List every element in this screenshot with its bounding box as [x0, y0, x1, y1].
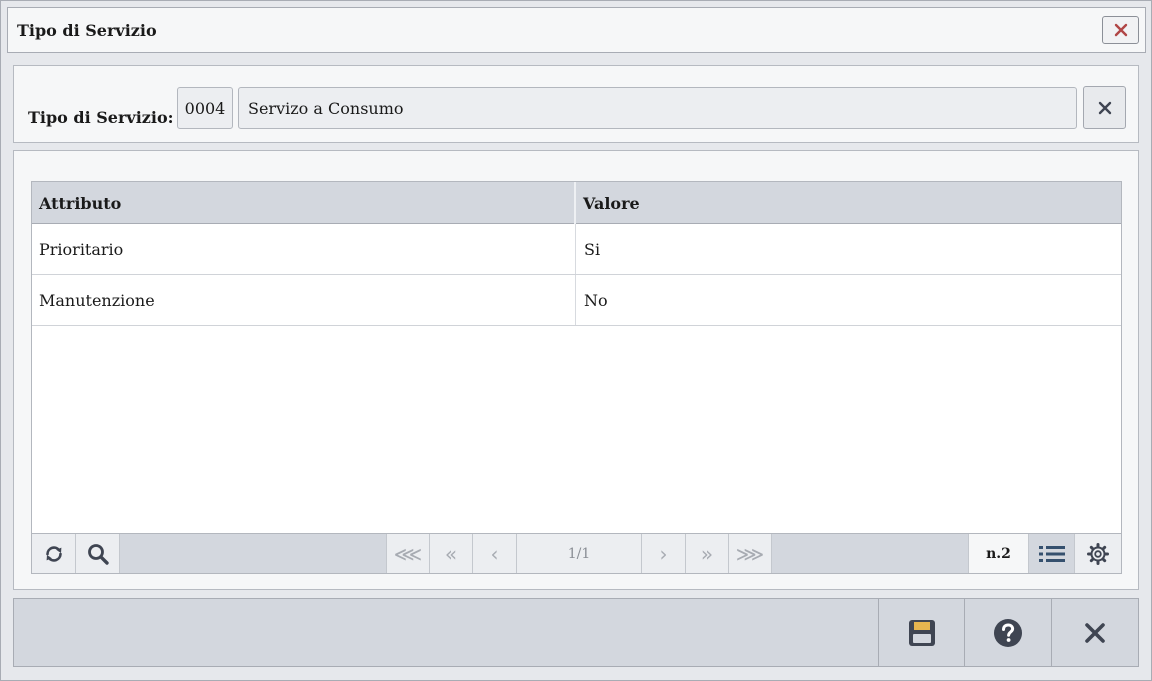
service-type-panel: Tipo di Servizio: 0004 Servizo a Consumo — [13, 65, 1139, 143]
grid-header: Attributo Valore — [32, 182, 1121, 224]
service-type-label: Tipo di Servizio: — [28, 108, 174, 127]
prev-fast-button[interactable]: « — [430, 534, 473, 573]
help-button[interactable] — [964, 599, 1051, 666]
close-icon — [1085, 622, 1105, 643]
list-view-button[interactable] — [1029, 534, 1075, 573]
cell-valore: No — [584, 290, 608, 310]
refresh-icon — [45, 545, 62, 562]
window-title: Tipo di Servizio — [17, 21, 157, 40]
service-code-field[interactable]: 0004 — [177, 87, 233, 129]
next-fast-button[interactable]: » — [686, 534, 729, 573]
next-page-button[interactable]: › — [642, 534, 686, 573]
search-button[interactable] — [76, 534, 120, 573]
prev-page-button[interactable]: ‹ — [473, 534, 517, 573]
list-icon — [1038, 545, 1065, 562]
search-icon — [87, 543, 109, 565]
cell-attributo: Prioritario — [32, 224, 576, 274]
window-close-button[interactable] — [1102, 16, 1139, 44]
help-icon — [994, 618, 1022, 647]
cancel-button[interactable] — [1051, 599, 1138, 666]
gear-icon — [1086, 542, 1109, 565]
column-header-attributo[interactable]: Attributo — [32, 182, 576, 224]
pager-toolbar: ⋘ « ‹ 1/1 › » ⋙ n.2 — [32, 533, 1121, 573]
pager-spacer-right — [772, 534, 969, 573]
last-page-button[interactable]: ⋙ — [729, 534, 772, 573]
cell-attributo: Manutenzione — [32, 275, 576, 325]
service-description-field[interactable]: Servizo a Consumo — [238, 87, 1077, 129]
pager-spacer-left — [120, 534, 387, 573]
table-row[interactable]: Manutenzione No — [32, 275, 1121, 326]
save-button[interactable] — [878, 599, 964, 666]
attributes-panel: Attributo Valore Prioritario Si Manutenz… — [13, 150, 1139, 590]
clear-icon — [1098, 101, 1111, 114]
footer-toolbar — [13, 598, 1139, 667]
title-bar: Tipo di Servizio — [7, 7, 1146, 53]
clear-service-button[interactable] — [1083, 86, 1126, 129]
column-header-valore[interactable]: Valore — [576, 182, 1121, 224]
table-row[interactable]: Prioritario Si — [32, 224, 1121, 275]
close-icon — [1114, 23, 1127, 37]
grid-settings-button[interactable] — [1075, 534, 1120, 573]
save-icon — [908, 619, 935, 646]
first-page-button[interactable]: ⋘ — [387, 534, 430, 573]
dialog-window: Tipo di Servizio Tipo di Servizio: 0004 … — [0, 0, 1152, 681]
record-count: n.2 — [969, 534, 1029, 573]
page-indicator[interactable]: 1/1 — [517, 534, 642, 573]
refresh-button[interactable] — [32, 534, 76, 573]
attributes-grid: Attributo Valore Prioritario Si Manutenz… — [31, 181, 1122, 574]
cell-valore: Si — [584, 239, 601, 259]
